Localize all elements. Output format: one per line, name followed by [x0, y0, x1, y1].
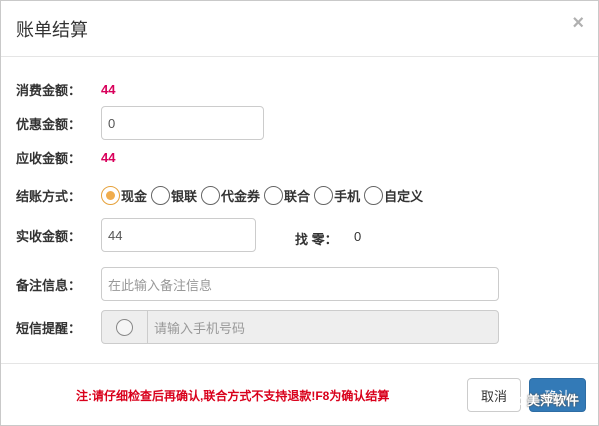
- radio-voucher[interactable]: 代金券: [201, 185, 262, 205]
- phone-number-input[interactable]: 请输入手机号码: [148, 311, 498, 343]
- change-value: 0: [354, 229, 362, 244]
- remark-label: 备注信息：: [16, 277, 82, 293]
- sms-toggle[interactable]: [102, 311, 148, 343]
- radio-unionpay[interactable]: 银联: [151, 185, 199, 205]
- settlement-dialog: 账单结算 × 消费金额： 44 优惠金额： 0 应收金额： 44 结账方式： 现…: [0, 0, 599, 426]
- radio-label: 联合: [284, 188, 311, 204]
- radio-label: 自定义: [384, 188, 424, 204]
- close-icon[interactable]: ×: [572, 13, 584, 33]
- radio-custom[interactable]: 自定义: [364, 185, 425, 205]
- received-amount-label: 实收金额：: [16, 228, 82, 244]
- radio-button[interactable]: [314, 185, 334, 205]
- sms-row: 短信提醒：: [16, 310, 101, 344]
- radio-button[interactable]: [364, 185, 384, 205]
- receivable-amount-label: 应收金额：: [16, 150, 82, 166]
- discount-amount-input[interactable]: 0: [101, 106, 264, 140]
- radio-label: 手机: [334, 188, 361, 204]
- watermark-text: 美萍软件: [527, 393, 580, 408]
- payment-method-row: 结账方式：: [16, 178, 101, 212]
- radio-cash[interactable]: 现金: [101, 185, 149, 205]
- radio-button-selected[interactable]: [101, 185, 120, 205]
- remark-input[interactable]: 在此输入备注信息: [101, 267, 499, 301]
- sms-field-group: 请输入手机号码: [101, 310, 499, 344]
- radio-button[interactable]: [201, 185, 221, 205]
- payment-method-label: 结账方式：: [16, 188, 82, 204]
- received-amount-row: 实收金额：: [16, 218, 101, 252]
- consume-amount-row: 消费金额： 44: [16, 72, 115, 106]
- receivable-amount-row: 应收金额： 44: [16, 140, 115, 174]
- radio-button[interactable]: [151, 185, 171, 205]
- sms-toggle-radio[interactable]: [116, 318, 133, 336]
- payment-method-radio-group: 现金 银联 代金券 联合 手机 自定义: [101, 182, 427, 208]
- radio-dot: [106, 190, 115, 200]
- footer-note: 注:请仔细检查后再确认,联合方式不支持退款!F8为确认结算: [76, 389, 390, 403]
- remark-row: 备注信息：: [16, 267, 101, 301]
- change-label: 找 零：: [295, 232, 338, 247]
- discount-amount-label: 优惠金额：: [16, 116, 82, 132]
- sms-label: 短信提醒：: [16, 320, 82, 336]
- radio-label: 现金: [121, 188, 148, 204]
- radio-mobile[interactable]: 手机: [314, 185, 362, 205]
- radio-label: 代金券: [221, 188, 261, 204]
- watermark: 美萍软件: [509, 390, 579, 409]
- dialog-header: 账单结算 ×: [1, 1, 598, 57]
- radio-button[interactable]: [264, 185, 284, 205]
- wechat-icon: [509, 393, 524, 406]
- consume-amount-value: 44: [101, 81, 116, 97]
- radio-label: 银联: [171, 188, 198, 204]
- consume-amount-label: 消费金额：: [16, 82, 82, 98]
- discount-amount-row: 优惠金额：: [16, 106, 101, 140]
- dialog-title: 账单结算: [16, 20, 88, 40]
- received-amount-input[interactable]: 44: [101, 218, 256, 252]
- radio-combined[interactable]: 联合: [264, 185, 312, 205]
- receivable-amount-value: 44: [101, 149, 116, 165]
